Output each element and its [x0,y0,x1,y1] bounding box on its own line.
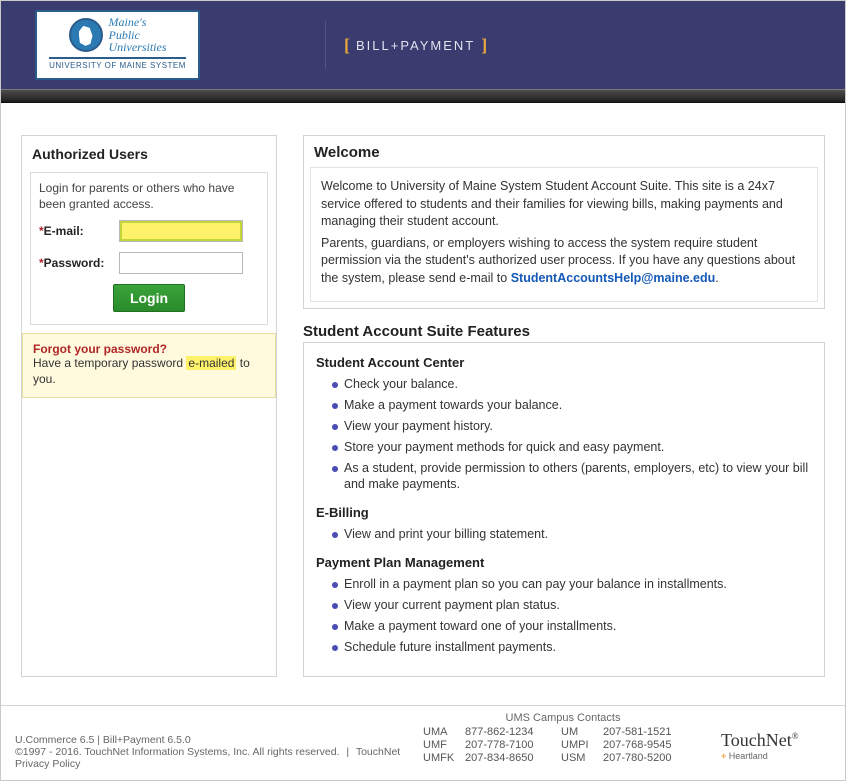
contact-phone: 207-768-9545 [603,739,699,751]
footer-version: U.Commerce 6.5 | Bill+Payment 6.5.0 [15,734,405,746]
sac-title: Student Account Center [316,355,812,370]
list-item: Schedule future installment payments. [332,637,812,658]
login-button[interactable]: Login [113,284,185,312]
contact-code: UMF [423,739,465,751]
password-row: *Password: [39,252,259,274]
features-title: Student Account Suite Features [303,323,825,342]
password-label: *Password: [39,256,119,270]
logo-subtitle: UNIVERSITY OF MAINE SYSTEM [49,57,186,70]
page: Maine's Public Universities UNIVERSITY O… [0,0,846,781]
login-panel: Authorized Users Login for parents or ot… [21,135,277,677]
footer-left: U.Commerce 6.5 | Bill+Payment 6.5.0 ©199… [15,712,405,770]
ebill-title: E-Billing [316,505,812,520]
contact-code: UM [561,726,603,738]
touchnet-logo: TouchNet® + Heartland [721,712,831,761]
content-area: Authorized Users Login for parents or ot… [1,103,845,705]
list-item: Store your payment methods for quick and… [332,437,812,458]
forgot-password-box: Forgot your password? Have a temporary p… [22,333,276,398]
list-item: View and print your billing statement. [332,524,812,545]
contact-code: UMFK [423,752,465,764]
touchnet-logo-sub: + Heartland [721,751,831,761]
features-section: Student Account Suite Features Student A… [303,323,825,677]
contact-phone: 207-780-5200 [603,752,699,764]
main-column: Welcome Welcome to University of Maine S… [303,135,825,677]
forgot-password-link[interactable]: Forgot your password? [33,342,265,356]
footer: U.Commerce 6.5 | Bill+Payment 6.5.0 ©199… [1,705,845,780]
campus-contacts: UMS Campus Contacts UMA 877-862-1234 UM … [423,712,703,764]
contact-code: UMA [423,726,465,738]
email-label: *E-mail: [39,224,119,238]
emailed-link[interactable]: e-mailed [186,356,236,370]
header-bar: Maine's Public Universities UNIVERSITY O… [1,1,845,89]
welcome-panel: Welcome Welcome to University of Maine S… [303,135,825,309]
touchnet-logo-text: TouchNet® [721,730,831,751]
list-item: View your current payment plan status. [332,595,812,616]
password-input[interactable] [119,252,243,274]
contact-phone: 877-862-1234 [465,726,561,738]
contact-code: UMPI [561,739,603,751]
sac-list: Check your balance. Make a payment towar… [316,374,812,501]
forgot-password-text: Have a temporary password e-mailed to yo… [33,356,265,387]
welcome-title: Welcome [304,136,824,165]
login-intro: Login for parents or others who have bee… [39,181,259,212]
email-input[interactable] [119,220,243,242]
login-title: Authorized Users [22,136,276,168]
welcome-body: Welcome to University of Maine System St… [310,167,818,302]
help-email-link[interactable]: StudentAccountsHelp@maine.edu [511,271,716,285]
maine-state-icon [69,18,103,52]
bill-payment-label: [ BILL+PAYMENT ] [325,1,487,89]
login-form: Login for parents or others who have bee… [30,172,268,325]
list-item: Make a payment towards your balance. [332,395,812,416]
list-item: Check your balance. [332,374,812,395]
contacts-grid: UMA 877-862-1234 UM 207-581-1521 UMF 207… [423,726,703,764]
footer-copyright: ©1997 - 2016. TouchNet Information Syste… [15,746,339,758]
ppm-list: Enroll in a payment plan so you can pay … [316,574,812,664]
logo-text: Maine's Public Universities [109,16,167,54]
contact-phone: 207-581-1521 [603,726,699,738]
features-panel: Student Account Center Check your balanc… [303,342,825,677]
nav-bar [1,89,845,103]
university-logo: Maine's Public Universities UNIVERSITY O… [35,10,200,80]
list-item: View your payment history. [332,416,812,437]
ppm-title: Payment Plan Management [316,555,812,570]
contact-phone: 207-778-7100 [465,739,561,751]
list-item: Make a payment toward one of your instal… [332,616,812,637]
contact-phone: 207-834-8650 [465,752,561,764]
list-item: As a student, provide permission to othe… [332,458,812,496]
welcome-paragraph-1: Welcome to University of Maine System St… [321,178,807,231]
list-item: Enroll in a payment plan so you can pay … [332,574,812,595]
contacts-title: UMS Campus Contacts [423,712,703,724]
email-row: *E-mail: [39,220,259,242]
contact-code: USM [561,752,603,764]
ebill-list: View and print your billing statement. [316,524,812,551]
welcome-paragraph-2: Parents, guardians, or employers wishing… [321,235,807,288]
